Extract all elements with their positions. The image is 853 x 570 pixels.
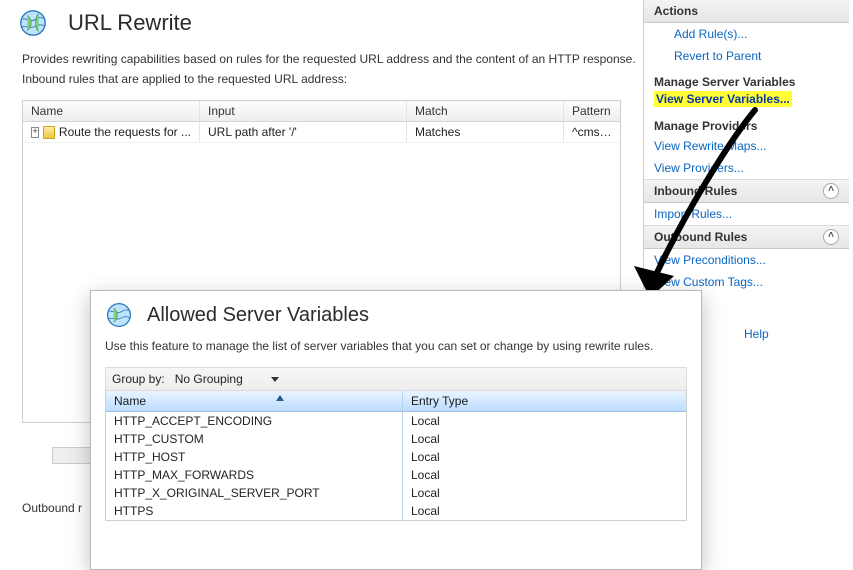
allowed-server-variables-panel: Allowed Server Variables Use this featur…: [90, 290, 702, 570]
view-rewrite-maps-link[interactable]: View Rewrite Maps...: [644, 135, 849, 157]
grid-header[interactable]: Name Input Match Pattern: [23, 101, 620, 122]
add-rules-link[interactable]: Add Rule(s)...: [644, 23, 849, 45]
var-entry: Local: [403, 448, 686, 466]
var-entry: Local: [403, 412, 686, 430]
var-entry: Local: [403, 430, 686, 448]
group-by-select[interactable]: No Grouping: [171, 370, 283, 388]
allowed-title: Allowed Server Variables: [147, 304, 369, 327]
inbound-rules-section[interactable]: Inbound Rules ˄: [644, 179, 849, 203]
rule-name: Route the requests for ...: [59, 122, 191, 142]
allowed-description: Use this feature to manage the list of s…: [105, 329, 687, 361]
var-name: HTTP_HOST: [106, 448, 403, 466]
revert-parent-link[interactable]: Revert to Parent: [644, 45, 849, 67]
col-header-name[interactable]: Name: [106, 391, 403, 411]
rule-input: URL path after '/': [200, 122, 407, 142]
outbound-rules-section[interactable]: Outbound Rules ˄: [644, 225, 849, 249]
col-header-name[interactable]: Name: [23, 101, 200, 121]
var-name: HTTP_ACCEPT_ENCODING: [106, 412, 403, 430]
list-item[interactable]: HTTP_X_ORIGINAL_SERVER_PORT Local: [106, 484, 686, 502]
page-header: URL Rewrite: [0, 6, 643, 44]
view-server-variables-link[interactable]: View Server Variables...: [654, 91, 792, 107]
view-preconditions-link[interactable]: View Preconditions...: [644, 249, 849, 271]
import-rules-link[interactable]: Import Rules...: [644, 203, 849, 225]
view-providers-link[interactable]: View Providers...: [644, 157, 849, 179]
table-row[interactable]: + Route the requests for ... URL path af…: [23, 122, 620, 143]
vars-grid-header[interactable]: Name Entry Type: [106, 391, 686, 412]
list-item[interactable]: HTTPS Local: [106, 502, 686, 520]
folder-icon: [43, 126, 55, 139]
var-name: HTTP_CUSTOM: [106, 430, 403, 448]
col-header-input[interactable]: Input: [200, 101, 407, 121]
var-name: HTTP_MAX_FORWARDS: [106, 466, 403, 484]
list-item[interactable]: HTTP_ACCEPT_ENCODING Local: [106, 412, 686, 430]
chevron-down-icon: [271, 377, 279, 382]
inbound-description: Inbound rules that are applied to the re…: [0, 68, 643, 96]
rule-match: Matches: [407, 122, 564, 142]
var-entry: Local: [403, 466, 686, 484]
rule-pattern: ^cmsapi/ap: [564, 122, 620, 142]
sort-asc-icon: [276, 395, 284, 401]
chevron-up-icon[interactable]: ˄: [823, 183, 839, 199]
col-header-entry-type[interactable]: Entry Type: [403, 391, 686, 411]
server-variables-grid[interactable]: Name Entry Type HTTP_ACCEPT_ENCODING Loc…: [105, 391, 687, 521]
group-by-bar: Group by: No Grouping: [105, 367, 687, 391]
var-entry: Local: [403, 484, 686, 502]
group-by-value: No Grouping: [175, 368, 243, 390]
list-item[interactable]: HTTP_CUSTOM Local: [106, 430, 686, 448]
outbound-rules-title: Outbound Rules: [654, 226, 747, 248]
expand-icon[interactable]: +: [31, 127, 39, 138]
actions-header: Actions: [644, 0, 849, 23]
allowed-header: Allowed Server Variables: [105, 301, 687, 329]
group-by-label: Group by:: [112, 368, 165, 390]
page-description: Provides rewriting capabilities based on…: [0, 44, 643, 68]
var-entry: Local: [403, 502, 686, 520]
col-header-pattern[interactable]: Pattern: [564, 101, 620, 121]
col-header-match[interactable]: Match: [407, 101, 564, 121]
var-name: HTTP_X_ORIGINAL_SERVER_PORT: [106, 484, 403, 502]
inbound-rules-title: Inbound Rules: [654, 180, 737, 202]
var-name: HTTPS: [106, 502, 403, 520]
list-item[interactable]: HTTP_MAX_FORWARDS Local: [106, 466, 686, 484]
outbound-rules-label: Outbound r: [22, 501, 82, 515]
chevron-up-icon[interactable]: ˄: [823, 229, 839, 245]
manage-server-variables-title: Manage Server Variables: [644, 67, 849, 91]
manage-providers-title: Manage Providers: [644, 111, 849, 135]
list-item[interactable]: HTTP_HOST Local: [106, 448, 686, 466]
vars-grid-body: HTTP_ACCEPT_ENCODING Local HTTP_CUSTOM L…: [106, 412, 686, 520]
globe-icon: [18, 8, 48, 38]
page-title: URL Rewrite: [68, 10, 192, 36]
globe-icon: [105, 301, 133, 329]
